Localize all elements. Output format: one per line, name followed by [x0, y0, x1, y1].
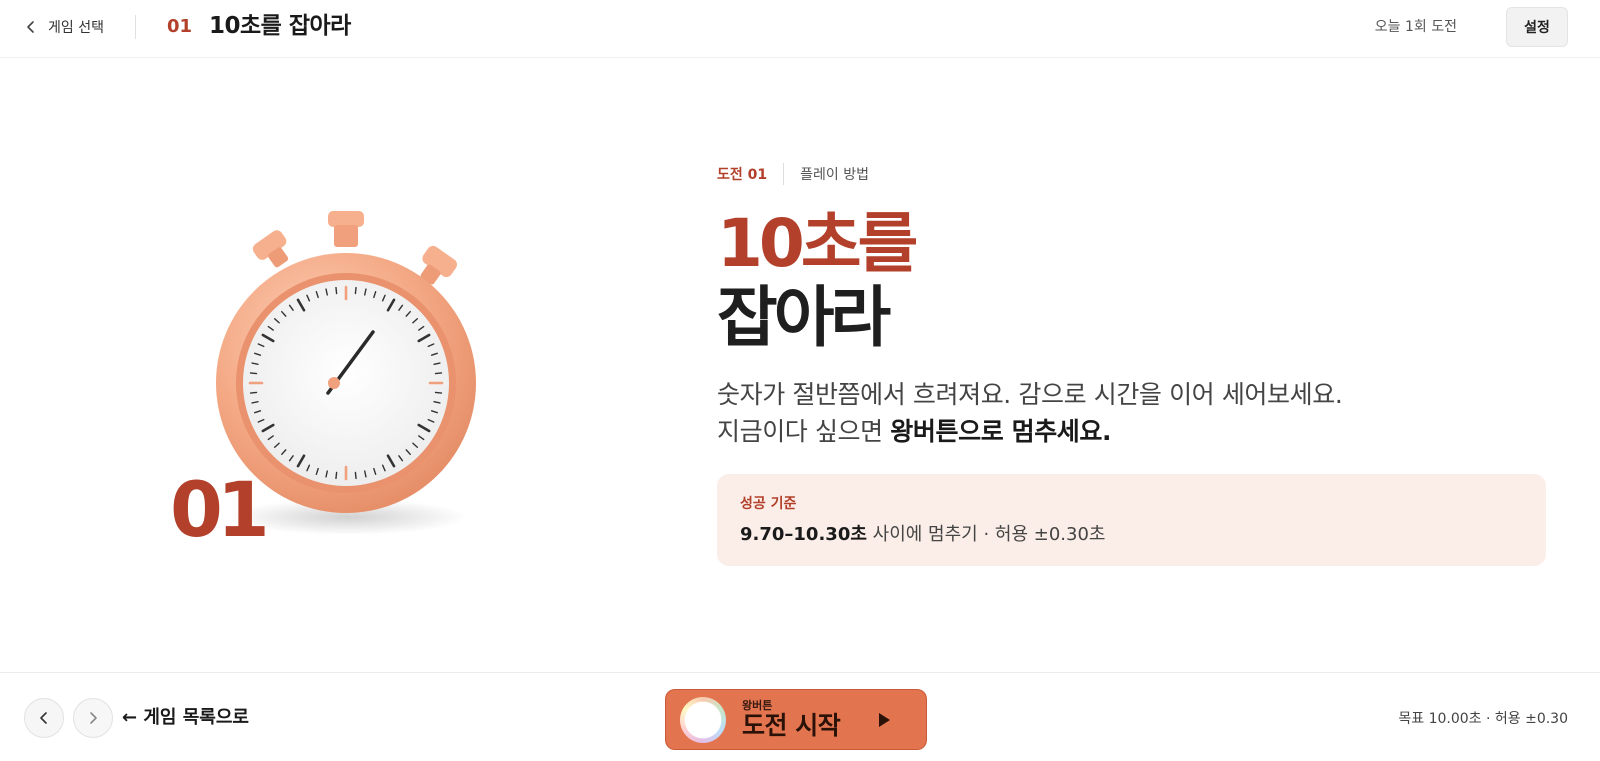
back-to-game-select-link[interactable]: 게임 선택 — [24, 14, 104, 40]
dial-tick — [335, 286, 338, 295]
header-divider — [135, 15, 136, 39]
game-number: 01 — [167, 16, 193, 37]
hero-game-number: 01 — [170, 465, 270, 554]
chevron-right-icon — [90, 712, 97, 724]
game-description: 숫자가 절반쯤에서 흐려져요. 감으로 시간을 이어 세어보세요. 지금이다 싶… — [717, 376, 1343, 450]
big-button-orb-icon — [680, 697, 726, 743]
target-summary: 목표 10.00초 · 허용 ±0.30 — [1398, 711, 1568, 727]
description-line-1: 숫자가 절반쯤에서 흐려져요. 감으로 시간을 이어 세어보세요. — [717, 380, 1343, 409]
hero-title-line-2: 잡아라 — [717, 279, 891, 356]
breadcrumb-challenge: 도전 01 — [717, 167, 768, 183]
chevron-left-icon — [40, 712, 47, 724]
dial-tick — [354, 471, 357, 480]
description-line-2-emphasis: 왕버튼으로 멈추세요. — [890, 417, 1112, 446]
success-criteria-text: 9.70–10.30초 사이에 멈추기 · 허용 ±0.30초 — [740, 522, 1105, 548]
chevron-left-icon — [27, 21, 34, 33]
settings-button[interactable]: 설정 — [1506, 7, 1568, 47]
next-game-button[interactable] — [73, 698, 113, 738]
dial-tick — [249, 372, 258, 375]
success-criteria-range: 9.70–10.30초 — [740, 524, 867, 545]
dial-tick — [434, 391, 443, 394]
breadcrumb-how-to-play: 플레이 방법 — [800, 167, 869, 183]
hero-title-line-1: 10초를 — [717, 205, 918, 282]
dial-tick — [354, 286, 357, 295]
dial-tick — [249, 391, 258, 394]
top-bar: 게임 선택 01 10초를 잡아라 오늘 1회 도전 설정 — [0, 0, 1600, 58]
dial-tick — [434, 372, 443, 375]
success-criteria-detail: 사이에 멈추기 · 허용 ±0.30초 — [866, 524, 1106, 545]
play-icon — [879, 713, 890, 727]
breadcrumb: 도전 01 플레이 방법 — [717, 162, 869, 186]
description-line-2-text: 지금이다 싶으면 — [717, 417, 891, 446]
breadcrumb-divider — [783, 163, 785, 185]
description-line-2: 지금이다 싶으면 왕버튼으로 멈추세요. — [717, 413, 1342, 450]
back-to-game-list-link[interactable]: ← 게임 목록으로 — [122, 705, 249, 731]
previous-game-button[interactable] — [24, 698, 64, 738]
success-criteria-card: 성공 기준 9.70–10.30초 사이에 멈추기 · 허용 ±0.30초 — [717, 474, 1546, 566]
start-challenge-button[interactable]: 왕버튼 도전 시작 — [665, 689, 927, 750]
back-label: 게임 선택 — [48, 20, 104, 36]
dial-tick — [335, 471, 338, 480]
start-button-label: 도전 시작 — [742, 711, 841, 740]
page-title: 10초를 잡아라 — [209, 13, 351, 39]
success-criteria-label: 성공 기준 — [740, 496, 797, 512]
daily-attempt-count: 오늘 1회 도전 — [1374, 19, 1457, 35]
